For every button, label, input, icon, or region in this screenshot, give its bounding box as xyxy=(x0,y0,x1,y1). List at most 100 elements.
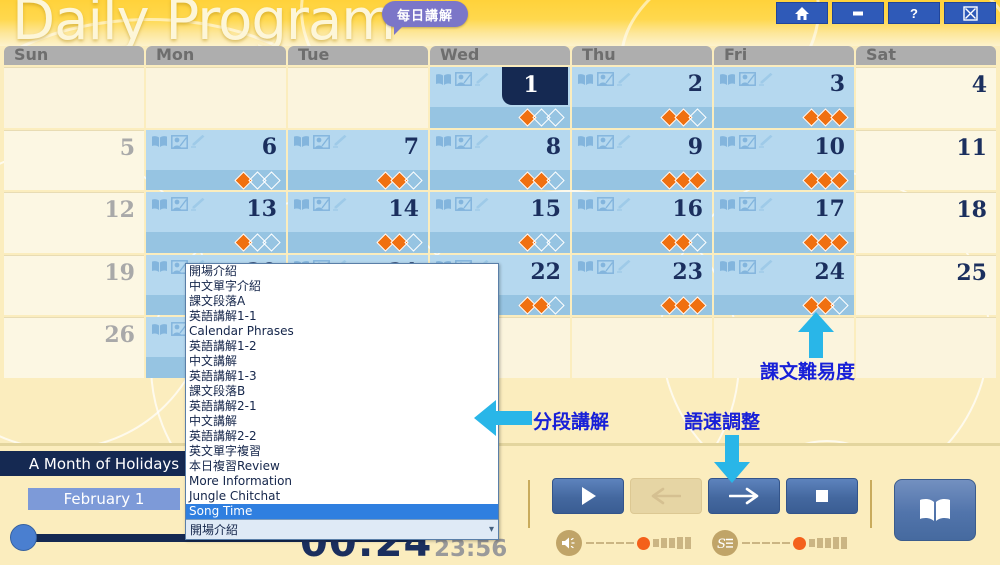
slider-tick[interactable] xyxy=(752,542,760,544)
slider-tick[interactable] xyxy=(841,536,847,550)
segment-item[interactable]: 中文講解 xyxy=(186,414,498,429)
segment-item[interactable]: 課文段落B xyxy=(186,384,498,399)
slider-tick[interactable] xyxy=(809,538,815,548)
volume-slider[interactable] xyxy=(556,530,691,556)
play-button[interactable] xyxy=(552,478,624,514)
progress-handle[interactable] xyxy=(10,524,37,551)
slider-tick[interactable] xyxy=(669,537,675,549)
calendar-day-12[interactable]: 12 xyxy=(4,192,144,253)
calendar-day-10[interactable]: 10 xyxy=(714,129,854,190)
home-icon xyxy=(795,6,809,20)
speed-button[interactable]: S xyxy=(712,530,738,556)
stop-button[interactable] xyxy=(786,478,858,514)
calendar-day-15[interactable]: 15 xyxy=(430,192,570,253)
day-number: 10 xyxy=(814,133,845,160)
segment-item[interactable]: More Information xyxy=(186,474,498,489)
calendar-day-4[interactable]: 4 xyxy=(856,67,996,128)
calendar-day-9[interactable]: 9 xyxy=(572,129,712,190)
slider-tick[interactable] xyxy=(817,538,823,548)
calendar-day-1[interactable]: 1 xyxy=(430,67,570,128)
lesson-title-label: A Month of Holidays xyxy=(28,454,180,473)
calendar-day-8[interactable]: 8 xyxy=(430,129,570,190)
segment-item[interactable]: 中文單字介紹 xyxy=(186,279,498,294)
difficulty-rating xyxy=(802,233,849,252)
calendar-day-23[interactable]: 23 xyxy=(572,254,712,315)
back-button[interactable] xyxy=(630,478,702,514)
minimize-button[interactable] xyxy=(832,2,884,24)
slider-handle[interactable] xyxy=(637,536,650,550)
date-selector[interactable]: February 1 xyxy=(28,488,180,510)
pencil-icon xyxy=(759,135,773,148)
calendar-day-11[interactable]: 11 xyxy=(856,129,996,190)
segment-item[interactable]: 課文段落A xyxy=(186,294,498,309)
slider-tick[interactable] xyxy=(606,542,614,544)
slider-handle[interactable] xyxy=(793,536,806,550)
right-arrow-icon xyxy=(729,487,759,505)
slider-tick[interactable] xyxy=(762,542,770,544)
calendar-day-26[interactable]: 26 xyxy=(4,317,144,378)
calendar-day-16[interactable]: 16 xyxy=(572,192,712,253)
calendar-day-19[interactable]: 19 xyxy=(4,254,144,315)
portrait-icon xyxy=(597,197,614,211)
segment-item[interactable]: 英語講解1-1 xyxy=(186,309,498,324)
speed-track[interactable] xyxy=(742,536,847,550)
slider-tick[interactable] xyxy=(782,542,790,544)
segment-item[interactable]: Song Time xyxy=(186,504,498,519)
speed-slider[interactable]: S xyxy=(712,530,847,556)
volume-track[interactable] xyxy=(586,536,691,550)
segment-item[interactable]: 英文單字複習 xyxy=(186,444,498,459)
day-number: 11 xyxy=(956,134,987,161)
slider-tick[interactable] xyxy=(661,538,667,548)
pencil-icon xyxy=(333,197,347,211)
left-arrow-icon xyxy=(651,487,681,505)
difficulty-rating xyxy=(518,170,565,190)
calendar-day-18[interactable]: 18 xyxy=(856,192,996,253)
slider-tick[interactable] xyxy=(825,537,831,549)
help-button[interactable]: ? xyxy=(888,2,940,24)
slider-tick[interactable] xyxy=(772,542,780,544)
segment-item[interactable]: Jungle Chitchat xyxy=(186,489,498,504)
calendar-day-17[interactable]: 17 xyxy=(714,192,854,253)
calendar-day-24[interactable]: 24 xyxy=(714,254,854,315)
calendar-day-14[interactable]: 14 xyxy=(288,192,428,253)
segment-item[interactable]: 英語講解2-2 xyxy=(186,429,498,444)
slider-tick[interactable] xyxy=(653,538,659,548)
slider-tick[interactable] xyxy=(742,542,750,544)
day-number: 15 xyxy=(530,196,561,222)
date-label: February 1 xyxy=(63,490,145,508)
segment-item[interactable]: 英語講解2-1 xyxy=(186,399,498,414)
speaker-button[interactable] xyxy=(556,530,582,556)
close-button[interactable] xyxy=(944,2,996,24)
slider-tick[interactable] xyxy=(833,537,839,549)
slider-tick[interactable] xyxy=(626,542,634,544)
calendar-day-3[interactable]: 3 xyxy=(714,67,854,128)
calendar-day-6[interactable]: 6 xyxy=(146,129,286,190)
segment-item[interactable]: Calendar Phrases xyxy=(186,324,498,339)
calendar-day-25[interactable]: 25 xyxy=(856,254,996,315)
slider-tick[interactable] xyxy=(586,542,594,544)
difficulty-diamond xyxy=(688,108,707,127)
calendar-day-13[interactable]: 13 xyxy=(146,192,286,253)
book-button[interactable] xyxy=(894,479,976,541)
calendar-day-7[interactable]: 7 xyxy=(288,129,428,190)
book-icon xyxy=(436,73,451,85)
slider-tick[interactable] xyxy=(685,536,691,550)
cell-activity-icons xyxy=(435,197,491,211)
slider-tick[interactable] xyxy=(677,537,683,549)
slider-tick[interactable] xyxy=(616,542,624,544)
portrait-icon xyxy=(171,134,188,149)
segment-item[interactable]: 英語講解1-3 xyxy=(186,369,498,384)
calendar-day-5[interactable]: 5 xyxy=(4,129,144,190)
segment-list[interactable]: 開場介紹 中文單字介紹 課文段落A 英語講解1-1 Calendar Phrases 英語… xyxy=(186,264,498,519)
home-button[interactable] xyxy=(776,2,828,24)
segment-combobox[interactable]: 開場介紹 ▾ xyxy=(186,519,498,539)
segment-item[interactable]: 中文講解 xyxy=(186,354,498,369)
forward-button[interactable] xyxy=(708,478,780,514)
slider-tick[interactable] xyxy=(596,542,604,544)
segment-item[interactable]: 英語講解1-2 xyxy=(186,339,498,354)
segment-dropdown[interactable]: 開場介紹 中文單字介紹 課文段落A 英語講解1-1 Calendar Phrases 英語… xyxy=(185,263,499,540)
segment-item[interactable]: 開場介紹 xyxy=(186,264,498,279)
calendar-day-2[interactable]: 2 xyxy=(572,67,712,128)
day-number: 23 xyxy=(672,258,703,285)
segment-item[interactable]: 本日複習Review xyxy=(186,459,498,474)
